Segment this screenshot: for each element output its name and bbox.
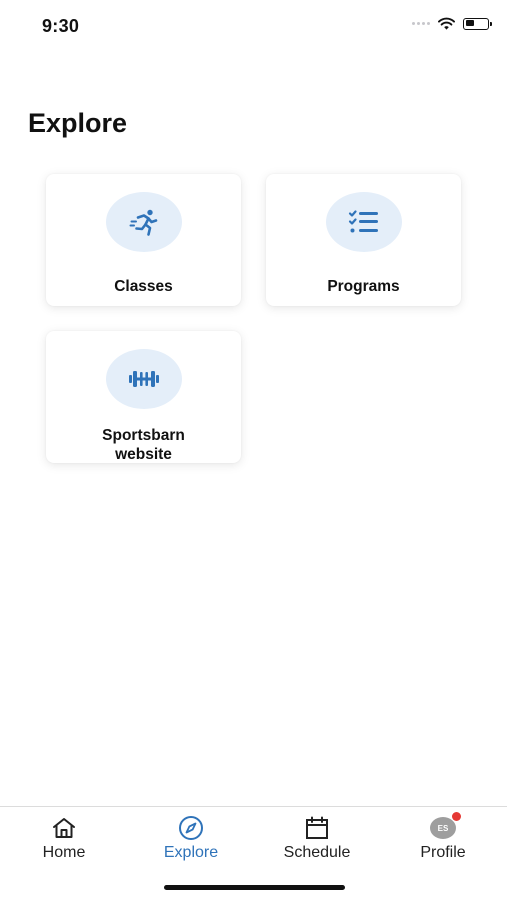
programs-icon-circle [325, 192, 402, 252]
running-person-icon [129, 209, 157, 236]
sportsbarn-website-label: Sportsbarn website [46, 426, 241, 464]
notification-dot [452, 812, 461, 821]
avatar: ES [430, 812, 461, 839]
avatar-initials: ES [437, 823, 449, 833]
status-icons [412, 17, 492, 30]
website-label-line2: website [115, 446, 172, 463]
tab-home[interactable]: Home [1, 807, 127, 867]
website-label-line1: Sportsbarn [102, 427, 185, 444]
signal-dots-icon [412, 22, 430, 25]
calendar-icon [304, 816, 330, 840]
sportsbarn-website-tile[interactable]: Sportsbarn website [46, 331, 241, 463]
status-time: 9:30 [42, 16, 80, 36]
tab-profile[interactable]: ES Profile [380, 807, 506, 867]
tab-explore-label: Explore [163, 844, 219, 861]
status-bar: 9:30 [0, 0, 507, 52]
dumbbell-icon [128, 371, 159, 387]
classes-icon-circle [105, 192, 182, 252]
compass-icon [178, 816, 204, 840]
battery-level [465, 20, 474, 26]
profile-avatar-wrapper: ES [430, 812, 461, 840]
tab-explore[interactable]: Explore [128, 807, 254, 867]
home-icon [51, 816, 77, 840]
programs-tile[interactable]: Programs [266, 174, 461, 306]
battery-icon [463, 17, 492, 30]
page-title: Explore [28, 108, 128, 138]
classes-tile-label: Classes [114, 278, 173, 295]
tab-home-label: Home [42, 844, 86, 861]
tab-schedule[interactable]: Schedule [254, 807, 380, 867]
home-indicator [164, 885, 345, 890]
wifi-icon [438, 17, 455, 30]
programs-tile-label: Programs [327, 278, 400, 295]
website-icon-circle [105, 349, 182, 409]
tab-profile-label: Profile [420, 844, 466, 861]
checklist-icon [348, 210, 378, 233]
classes-tile[interactable]: Classes [46, 174, 241, 306]
tab-schedule-label: Schedule [283, 844, 351, 861]
